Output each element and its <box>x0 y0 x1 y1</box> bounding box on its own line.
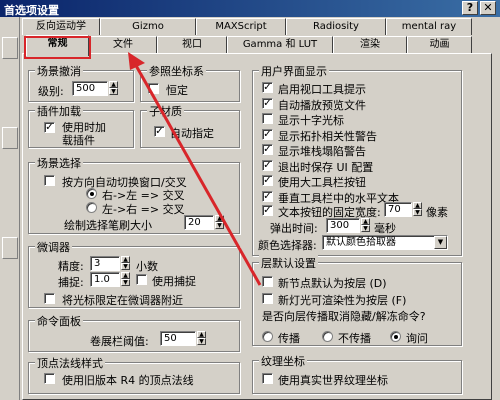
wrap-cursor-checkbox[interactable] <box>44 293 55 304</box>
precision-input[interactable]: 3 <box>90 256 120 271</box>
ui-option-label: 自动播放预览文件 <box>278 98 366 112</box>
ui-option-checkbox[interactable]: ✓ <box>262 159 273 171</box>
color-picker-value: 默认颜色拾取器 <box>326 237 396 248</box>
ask-label: 询问 <box>406 332 428 345</box>
constant-checkbox[interactable] <box>148 83 159 94</box>
texture-coords-title: 纹理坐标 <box>259 353 307 369</box>
layer-defaults-title: 层默认设置 <box>259 255 318 271</box>
brush-size-spinner[interactable]: ▲ ▼ <box>215 215 224 230</box>
ui-option-label: 显示堆栈塌陷警告 <box>278 145 366 158</box>
ui-display-title: 用户界面显示 <box>259 63 329 79</box>
ui-option-checkbox[interactable] <box>262 113 273 124</box>
new-nodes-checkbox[interactable] <box>262 276 273 287</box>
scene-undo-title: 场景撤消 <box>35 63 83 79</box>
snap-label: 捕捉: <box>58 276 84 289</box>
tab-gizmo[interactable]: Gizmo <box>100 18 196 35</box>
tab-ik[interactable]: 反向运动学 <box>22 18 100 35</box>
brush-size-label: 绘制选择笔刷大小 <box>64 219 152 232</box>
fixed-width-input[interactable]: 70 <box>384 202 412 217</box>
use-snap-checkbox[interactable] <box>136 274 147 285</box>
propagate-label: 传播 <box>278 332 300 345</box>
right-left-radio[interactable] <box>86 188 97 199</box>
plugin-load-title: 插件加载 <box>35 103 83 119</box>
left-right-label: 左->右 => 交叉 <box>102 203 185 216</box>
brush-size-input[interactable]: 20 <box>184 215 214 230</box>
new-nodes-label: 新节点默认为按层 (D) <box>278 277 387 290</box>
ui-option-label: 显示十字光标 <box>278 114 344 127</box>
snap-spinner[interactable]: ▲ ▼ <box>121 272 130 287</box>
vertex-normals-title: 顶点法线样式 <box>35 355 105 371</box>
constant-label: 恒定 <box>166 84 188 97</box>
auto-assign-checkbox[interactable]: ✓ <box>154 126 165 137</box>
ui-option-label: 启用视口工具提示 <box>278 83 366 96</box>
new-lights-label: 新灯光可渲染性为按层 (F) <box>278 294 407 307</box>
annotation-highlight-box <box>24 36 91 59</box>
legacy-r4-checkbox[interactable] <box>44 373 55 384</box>
auto-assign-label: 自动指定 <box>170 127 214 140</box>
tab-radiosity[interactable]: Radiosity <box>286 18 386 35</box>
spinners-title: 微调器 <box>35 239 72 255</box>
wrap-cursor-label: 将光标限定在微调器附近 <box>62 294 183 307</box>
precision-label: 精度: <box>58 260 84 273</box>
fixed-width-checkbox[interactable]: ✓ <box>262 205 273 216</box>
title-bar: 首选项设置 ? ✕ <box>0 0 500 17</box>
flyout-time-label: 弹出时间: <box>270 222 318 235</box>
use-snap-label: 使用捕捉 <box>152 275 196 288</box>
precision-spinner[interactable]: ▲ ▼ <box>121 256 130 271</box>
flyout-time-spinner[interactable]: ▲ ▼ <box>361 218 370 233</box>
ui-option-checkbox[interactable]: ✓ <box>262 144 273 155</box>
rollup-threshold-input[interactable]: 50 <box>160 331 196 346</box>
background-app-strip <box>0 17 20 400</box>
tab-animation[interactable]: 动画 <box>407 36 472 53</box>
tab-files[interactable]: 文件 <box>89 36 157 53</box>
ui-option-label: 显示拓扑相关性警告 <box>278 129 377 143</box>
color-picker-dropdown[interactable]: 默认颜色拾取器 ▼ <box>322 235 448 250</box>
tab-viewports[interactable]: 视口 <box>157 36 227 53</box>
tab-gamma-lut[interactable]: Gamma 和 LUT <box>227 36 333 53</box>
ref-coord-title: 参照坐标系 <box>147 63 206 79</box>
close-button[interactable]: ✕ <box>480 1 496 15</box>
auto-switch-checkbox[interactable] <box>44 175 55 186</box>
propagate-question: 是否向层传播取消隐藏/解冻命令? <box>262 310 426 323</box>
ms-label: 毫秒 <box>374 222 396 235</box>
left-right-radio[interactable] <box>86 202 97 213</box>
undo-levels-spinner[interactable]: ▲ ▼ <box>109 81 118 96</box>
undo-levels-input[interactable]: 500 <box>72 81 108 96</box>
sub-material-title: 子材质 <box>147 103 184 119</box>
tab-maxscript[interactable]: MAXScript <box>196 18 286 35</box>
no-propagate-label: 不传播 <box>338 332 371 345</box>
window-title: 首选项设置 <box>4 4 59 17</box>
help-button[interactable]: ? <box>462 1 478 15</box>
command-panel-title: 命令面板 <box>35 313 83 329</box>
undo-levels-label: 级别: <box>38 85 64 98</box>
tab-mental-ray[interactable]: mental ray <box>386 18 472 35</box>
propagate-radio[interactable] <box>262 331 273 342</box>
fixed-width-spinner[interactable]: ▲ ▼ <box>413 202 422 217</box>
new-lights-checkbox[interactable] <box>262 293 273 304</box>
pixels-label: 像素 <box>426 206 448 219</box>
color-picker-label: 颜色选择器: <box>258 239 317 252</box>
decimals-label: 小数 <box>136 260 158 273</box>
rollup-threshold-label: 卷展栏阈值: <box>90 335 149 348</box>
ask-radio[interactable] <box>390 331 401 342</box>
ui-option-checkbox[interactable]: ✓ <box>262 190 273 202</box>
ui-option-checkbox[interactable]: ✓ <box>262 128 273 140</box>
load-on-demand-label: 使用时加载插件 <box>62 121 106 147</box>
ui-option-checkbox[interactable]: ✓ <box>262 175 273 186</box>
no-propagate-radio[interactable] <box>322 331 333 342</box>
flyout-time-input[interactable]: 300 <box>326 218 360 233</box>
ui-option-checkbox[interactable]: ✓ <box>262 82 273 93</box>
real-world-label: 使用真实世界纹理坐标 <box>278 374 388 387</box>
tab-rendering[interactable]: 渲染 <box>333 36 407 53</box>
ui-option-checkbox[interactable]: ✓ <box>262 97 273 109</box>
load-on-demand-checkbox[interactable]: ✓ <box>44 122 55 133</box>
ui-option-label: 退出时保存 UI 配置 <box>278 160 374 174</box>
real-world-checkbox[interactable] <box>262 373 273 384</box>
scene-select-title: 场景选择 <box>35 155 83 171</box>
chevron-down-icon: ▼ <box>434 236 447 249</box>
rollup-threshold-spinner[interactable]: ▲ ▼ <box>197 331 206 346</box>
ui-option-label: 使用大工具栏按钮 <box>278 176 366 189</box>
snap-input[interactable]: 1.0 <box>90 272 120 287</box>
legacy-r4-label: 使用旧版本 R4 的顶点法线 <box>62 374 194 387</box>
